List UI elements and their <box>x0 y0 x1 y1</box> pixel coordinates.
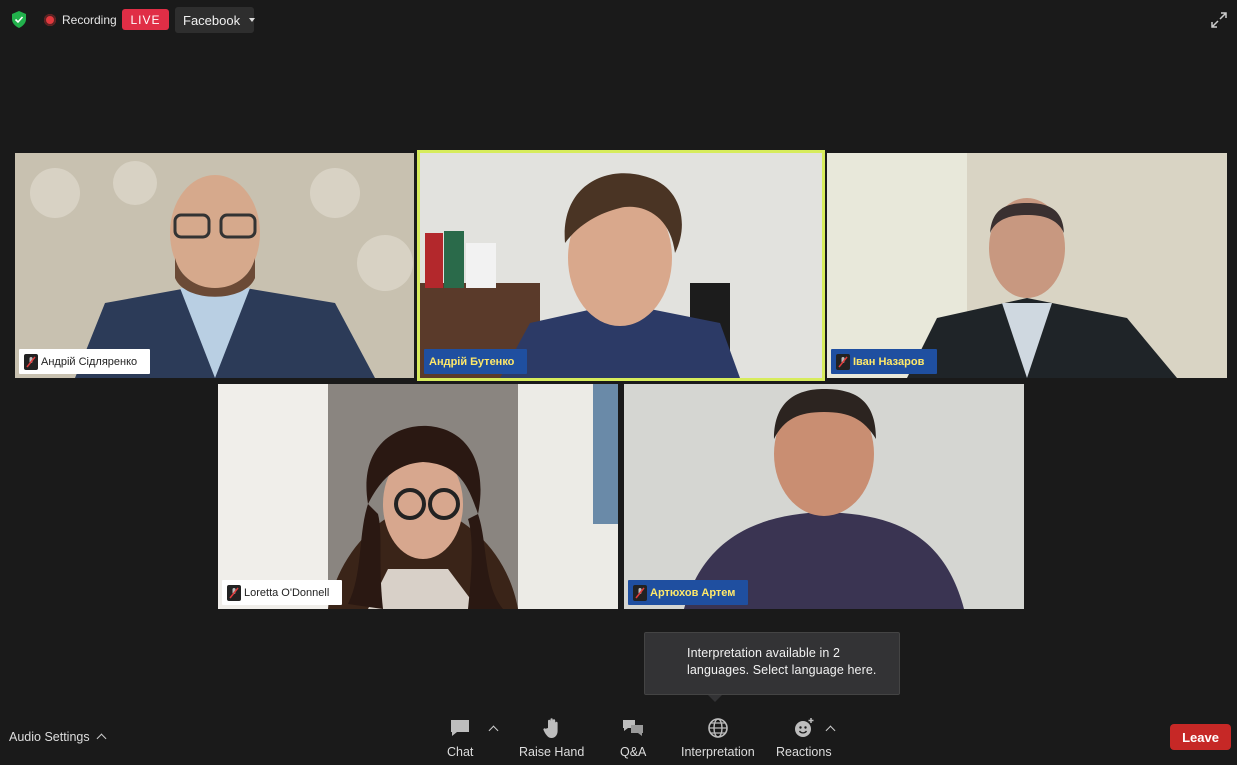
participant-video <box>15 153 414 378</box>
tooltip-line-1: Interpretation available in 2 <box>687 646 840 660</box>
participant-name: Loretta O'Donnell <box>244 586 330 599</box>
participant-name: Андрій Бутенко <box>429 355 515 368</box>
chat-label: Chat <box>447 745 474 759</box>
chat-button[interactable]: Chat <box>447 716 473 759</box>
audio-settings-button[interactable]: Audio Settings <box>9 730 107 744</box>
caret-down-icon <box>249 18 256 22</box>
live-badge[interactable]: LIVE <box>122 9 169 30</box>
raise-hand-icon <box>543 718 558 738</box>
microphone-muted-icon <box>633 584 647 601</box>
recording-indicator[interactable]: Recording <box>44 10 117 30</box>
interpretation-label: Interpretation <box>681 745 755 759</box>
participant-video <box>420 153 822 378</box>
interpretation-tooltip[interactable]: Interpretation available in 2 languages.… <box>644 632 900 695</box>
leave-button[interactable]: Leave <box>1170 724 1231 750</box>
raise-hand-button[interactable]: Raise Hand <box>519 716 584 759</box>
participant-name-tag: Андрій Сідляренко <box>19 349 151 374</box>
participant-name: Андрій Сідляренко <box>41 355 138 368</box>
globe-icon <box>708 718 728 738</box>
participant-video <box>624 384 1024 609</box>
chat-icon <box>451 720 470 736</box>
chat-options-chevron-icon[interactable] <box>488 725 499 736</box>
video-tile-active-speaker[interactable]: Андрій Бутенко <box>417 150 825 381</box>
microphone-muted-icon <box>24 353 38 370</box>
fullscreen-icon[interactable] <box>1209 10 1229 30</box>
recording-label: Recording <box>62 13 117 27</box>
tooltip-line-2: languages. Select language here. <box>687 663 877 677</box>
reactions-button[interactable]: Reactions <box>776 716 832 759</box>
interpretation-button[interactable]: Interpretation <box>681 716 755 759</box>
video-tile[interactable]: Loretta O'Donnell <box>218 384 618 609</box>
reactions-label: Reactions <box>776 745 832 759</box>
microphone-muted-icon <box>227 584 241 601</box>
microphone-muted-icon <box>836 353 850 370</box>
stream-target-label: Facebook <box>183 12 241 28</box>
tooltip-arrow <box>708 695 722 702</box>
raise-hand-label: Raise Hand <box>519 745 585 759</box>
participant-name-tag: Loretta O'Donnell <box>222 580 343 605</box>
participant-name: Артюхов Артем <box>650 586 736 599</box>
participant-name: Іван Назаров <box>853 355 925 368</box>
participant-video <box>218 384 618 609</box>
qa-icon <box>623 720 644 736</box>
participant-name-tag: Андрій Бутенко <box>424 349 528 374</box>
participant-name-tag: Артюхов Артем <box>628 580 749 605</box>
reactions-smiley-icon <box>794 718 814 737</box>
video-tile[interactable]: Андрій Сідляренко <box>15 153 414 378</box>
security-shield-icon[interactable] <box>11 11 27 28</box>
qa-button[interactable]: Q&A <box>620 716 646 759</box>
participant-name-tag: Іван Назаров <box>831 349 938 374</box>
chevron-up-icon[interactable] <box>96 733 107 744</box>
audio-settings-label: Audio Settings <box>9 730 90 744</box>
qa-label: Q&A <box>620 745 647 759</box>
recording-dot-icon <box>44 14 56 26</box>
video-tile[interactable]: Артюхов Артем <box>624 384 1024 609</box>
stream-target-dropdown[interactable]: Facebook <box>175 7 256 33</box>
participant-video <box>827 153 1227 378</box>
video-tile[interactable]: Іван Назаров <box>827 153 1227 378</box>
